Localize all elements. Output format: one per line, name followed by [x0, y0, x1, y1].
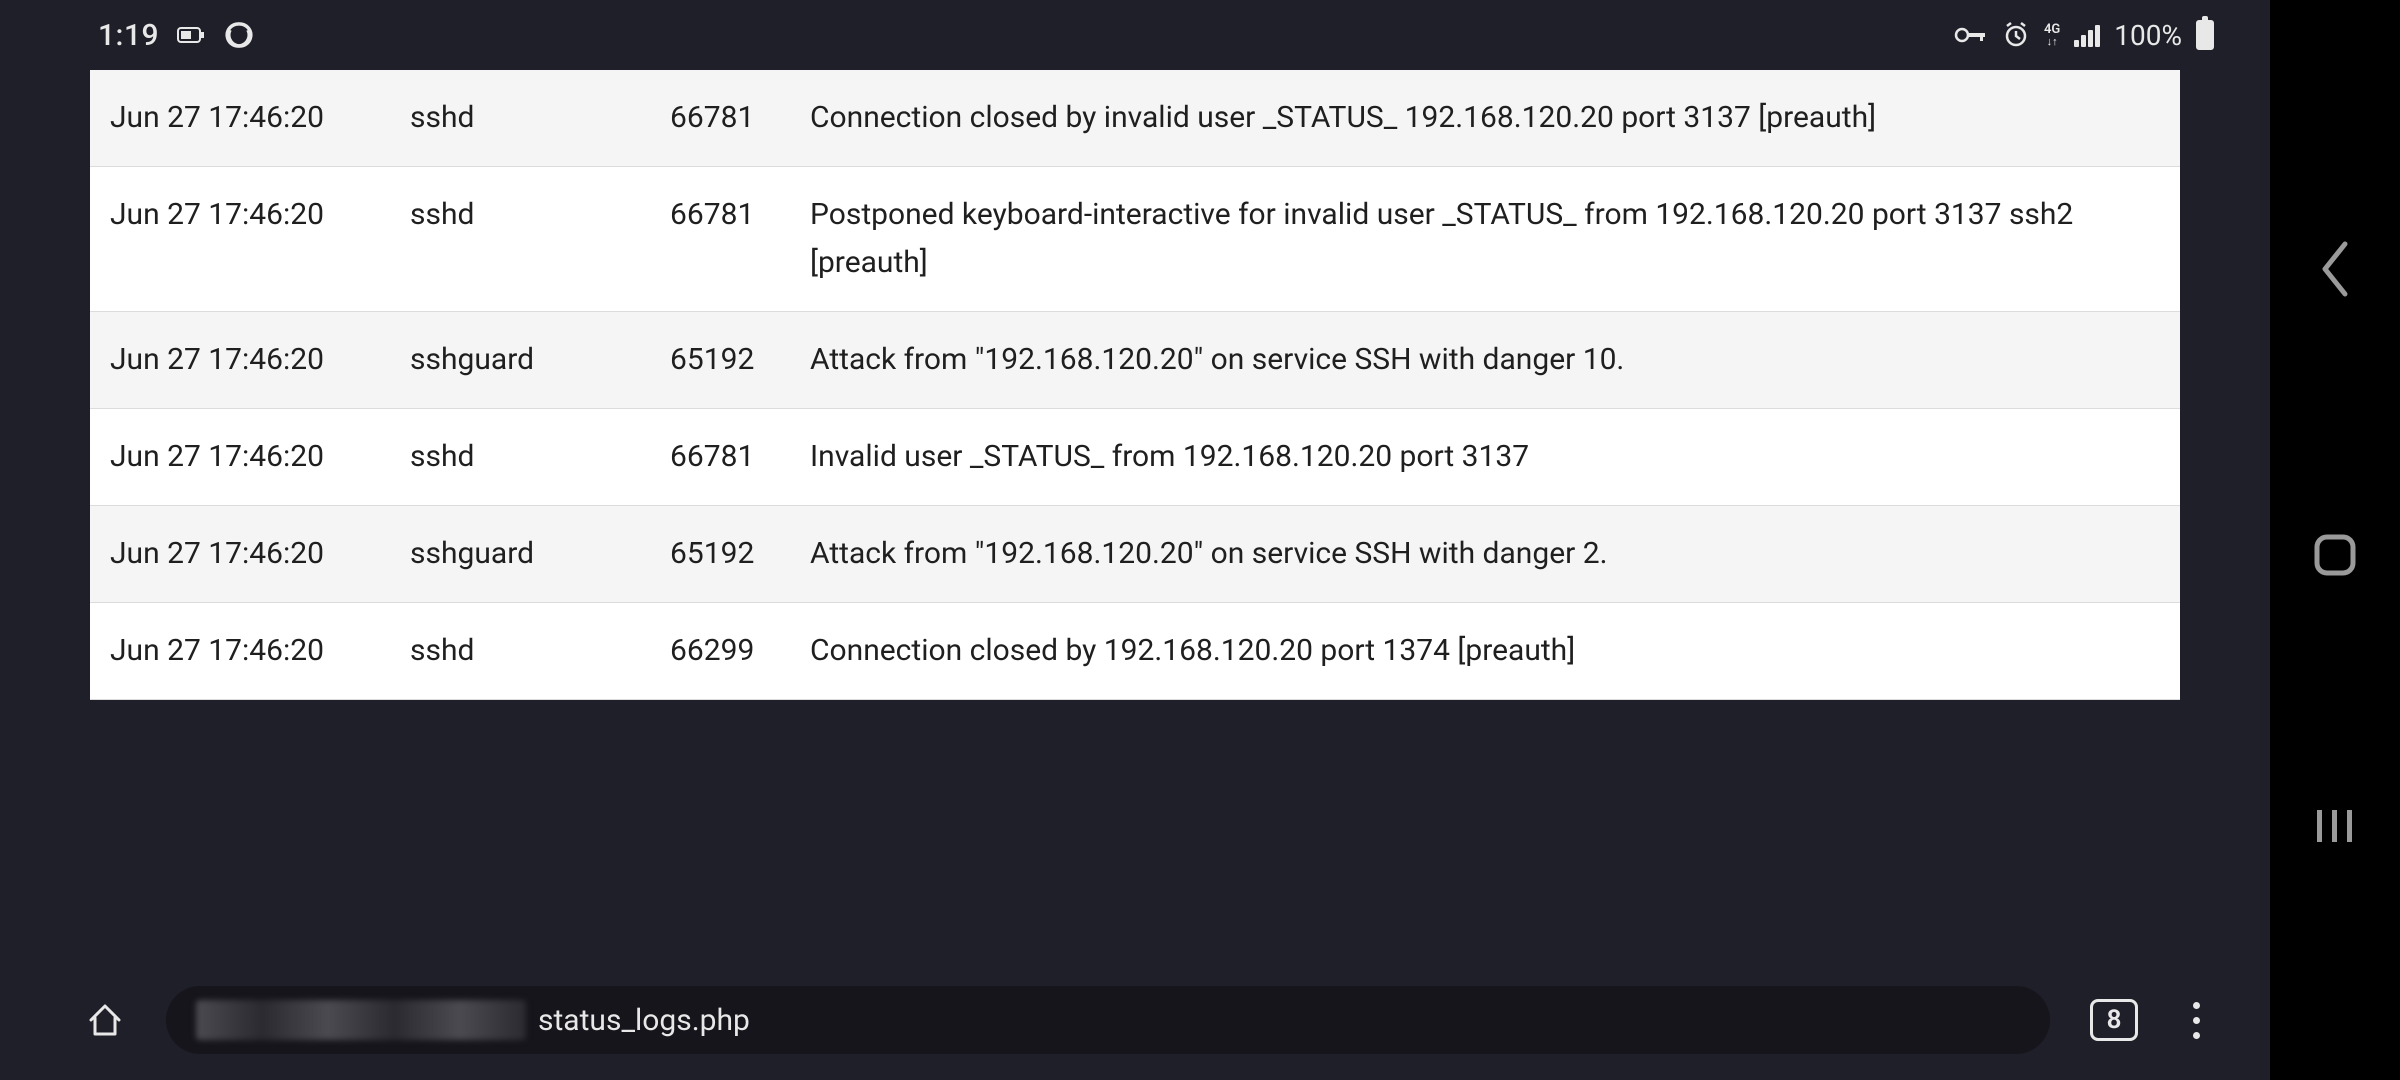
table-row[interactable]: Jun 27 17:46:20sshd66299Connection close… [90, 603, 2180, 700]
log-pid: 65192 [650, 312, 790, 409]
status-clock: 1:19 [98, 18, 159, 53]
network-type-icon: 4G ↓↑ [2044, 23, 2060, 47]
back-button[interactable] [2313, 234, 2357, 304]
url-redacted [196, 1000, 526, 1040]
table-row[interactable]: Jun 27 17:46:20sshd66781Connection close… [90, 70, 2180, 167]
log-message: Invalid user _STATUS_ from 192.168.120.2… [790, 409, 2180, 506]
android-nav-bar [2270, 0, 2400, 1080]
battery-percentage: 100% [2114, 19, 2182, 52]
table-row[interactable]: Jun 27 17:46:20sshd66781Invalid user _ST… [90, 409, 2180, 506]
alarm-icon [2002, 21, 2030, 49]
android-status-bar: 1:19 4G ↓↑ 100% [0, 0, 2270, 70]
log-pid: 66781 [650, 409, 790, 506]
log-pid: 66299 [650, 603, 790, 700]
battery-saver-icon [177, 25, 207, 45]
table-row[interactable]: Jun 27 17:46:20sshguard65192Attack from … [90, 312, 2180, 409]
log-message: Connection closed by 192.168.120.20 port… [790, 603, 2180, 700]
log-process: sshguard [390, 506, 650, 603]
battery-icon [2196, 20, 2214, 50]
recents-button[interactable] [2311, 806, 2359, 846]
log-table: Jun 27 17:46:20sshd66781Connection close… [90, 70, 2180, 700]
tab-count: 8 [2107, 1005, 2122, 1035]
log-message: Attack from "192.168.120.20" on service … [790, 506, 2180, 603]
log-message: Postponed keyboard-interactive for inval… [790, 167, 2180, 312]
log-process: sshd [390, 70, 650, 167]
vpn-key-icon [1954, 25, 1988, 45]
log-time: Jun 27 17:46:20 [90, 409, 390, 506]
log-pid: 66781 [650, 70, 790, 167]
home-nav-button[interactable] [2311, 531, 2359, 579]
url-bar[interactable]: status_logs.php [166, 986, 2050, 1054]
log-process: sshd [390, 167, 650, 312]
log-process: sshd [390, 409, 650, 506]
home-button[interactable] [84, 999, 126, 1041]
sync-icon [225, 21, 253, 49]
log-message: Attack from "192.168.120.20" on service … [790, 312, 2180, 409]
log-process: sshguard [390, 312, 650, 409]
log-pid: 66781 [650, 167, 790, 312]
log-message: Connection closed by invalid user _STATU… [790, 70, 2180, 167]
log-time: Jun 27 17:46:20 [90, 70, 390, 167]
log-time: Jun 27 17:46:20 [90, 603, 390, 700]
browser-bottom-bar: status_logs.php 8 [0, 960, 2270, 1080]
tabs-button[interactable]: 8 [2090, 999, 2138, 1041]
log-time: Jun 27 17:46:20 [90, 167, 390, 312]
log-process: sshd [390, 603, 650, 700]
log-time: Jun 27 17:46:20 [90, 312, 390, 409]
table-row[interactable]: Jun 27 17:46:20sshguard65192Attack from … [90, 506, 2180, 603]
menu-button[interactable] [2178, 1002, 2214, 1039]
table-row[interactable]: Jun 27 17:46:20sshd66781Postponed keyboa… [90, 167, 2180, 312]
log-pid: 65192 [650, 506, 790, 603]
signal-icon [2074, 23, 2100, 47]
page-content[interactable]: Jun 27 17:46:20sshd66781Connection close… [0, 70, 2270, 960]
url-visible-text: status_logs.php [538, 1003, 750, 1038]
log-time: Jun 27 17:46:20 [90, 506, 390, 603]
